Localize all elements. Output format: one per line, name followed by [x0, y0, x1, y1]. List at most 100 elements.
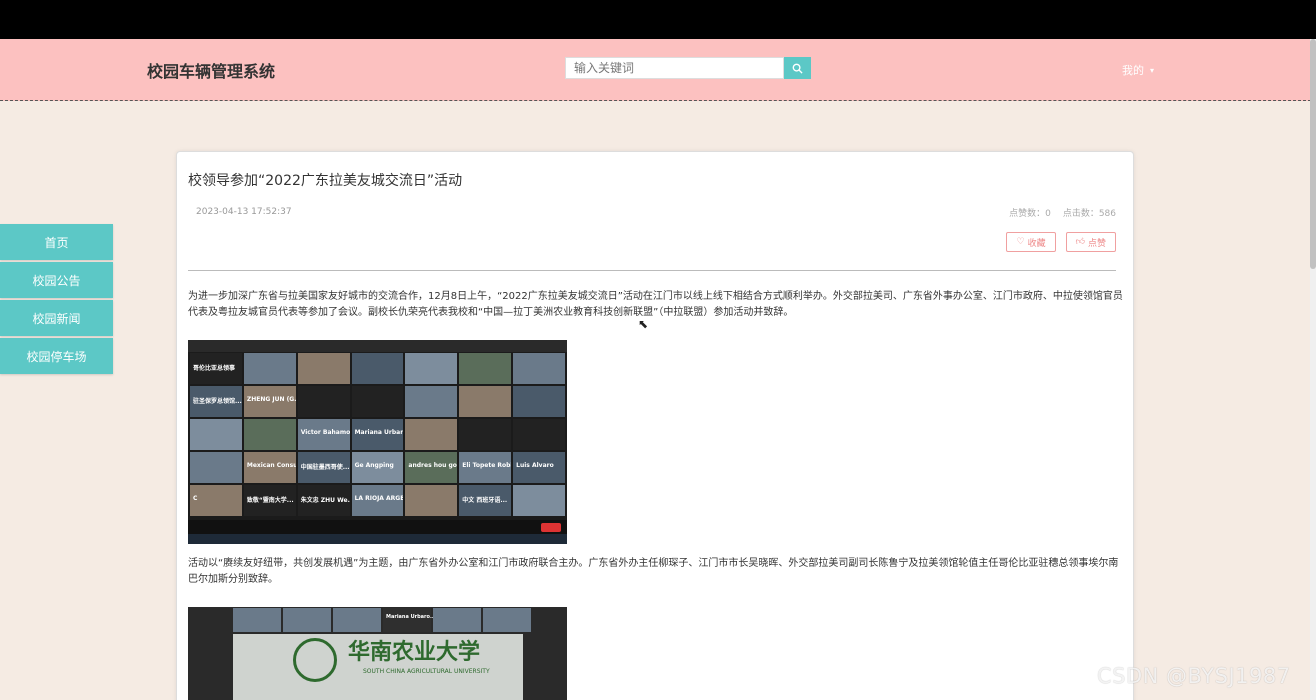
video-tile	[405, 485, 458, 516]
university-name-en: SOUTH CHINA AGRICULTURAL UNIVERSITY	[363, 668, 490, 675]
taskbar-image	[188, 534, 567, 544]
video-tile-name: Mariana Urbaro...	[354, 429, 404, 436]
video-tile: Eli Topete Robles	[459, 452, 512, 483]
video-tile	[233, 608, 281, 632]
header: 校园车辆管理系统 我的 ▾	[0, 39, 1316, 101]
sidebar: 首页 校园公告 校园新闻 校园停车场	[0, 224, 113, 376]
search-button[interactable]	[784, 57, 811, 79]
video-tile-name: 朱文忠 ZHU We...	[300, 497, 350, 504]
article-image-meeting-grid: 哥伦比亚总领事 驻圣保罗总领馆... ZHENG JUN (G... Victor B…	[188, 333, 567, 544]
video-tile-name: Mexican Consul...	[246, 462, 296, 469]
like-button[interactable]: 👍︎ 点赞	[1065, 232, 1116, 252]
thumbs-up-icon: 👍︎	[1075, 237, 1085, 247]
video-tile: Luis Alvaro	[513, 452, 565, 483]
sidebar-item-home[interactable]: 首页	[0, 224, 113, 260]
video-tile-name: 哥伦比亚总领事	[193, 365, 236, 372]
video-tile	[459, 419, 512, 450]
chevron-down-icon: ▾	[1150, 65, 1155, 75]
video-tile: 朱文忠 ZHU We...	[297, 485, 350, 516]
video-tile	[297, 386, 350, 417]
video-tile: Ge Angping	[351, 452, 404, 483]
like-count: 点赞数：0	[1009, 209, 1051, 219]
video-tile-name: LA RIOJA ARGE...	[354, 495, 404, 502]
video-tile	[405, 419, 458, 450]
page-scrollbar[interactable]	[1310, 39, 1316, 700]
scrollbar-thumb[interactable]	[1310, 39, 1316, 269]
site-brand[interactable]: 校园车辆管理系统	[147, 58, 275, 82]
video-strip: Mariana Urbaro...	[233, 608, 531, 632]
university-name-cn: 华南农业大学	[348, 639, 481, 665]
search-box	[565, 57, 811, 79]
video-tile: Mariana Urbaro...	[383, 608, 436, 632]
article-image-university: Mariana Urbaro... 华南农业大学 SOUTH CHINA AGR…	[188, 600, 567, 700]
video-tile	[405, 386, 458, 417]
video-tile	[243, 419, 296, 450]
video-tile	[190, 419, 242, 450]
video-tile-name: Eli Topete Robles	[462, 462, 511, 469]
divider	[188, 270, 1116, 271]
video-tile: Victor Bahamon...	[297, 419, 350, 450]
video-tile	[243, 353, 296, 384]
video-tile: 哥伦比亚总领事	[190, 353, 242, 384]
video-tile	[513, 485, 565, 516]
video-tile: LA RIOJA ARGE...	[351, 485, 404, 516]
video-tile: 中文 西班牙语...	[459, 485, 512, 516]
video-tile	[351, 386, 404, 417]
search-input[interactable]	[565, 57, 784, 79]
university-emblem	[293, 638, 337, 682]
video-tile	[513, 353, 565, 384]
video-tile-name: andres hou gobi...	[408, 462, 457, 469]
video-tile-name: ZHENG JUN (G...	[246, 396, 296, 403]
video-tile	[405, 353, 458, 384]
heart-icon: ♡	[1016, 237, 1025, 247]
article-stats: 点赞数：0 点击数：586	[1009, 206, 1116, 219]
video-tile	[513, 419, 565, 450]
click-count: 点击数：586	[1062, 209, 1116, 219]
video-tile	[433, 608, 481, 632]
video-tile: 驻圣保罗总领馆...	[190, 386, 242, 417]
search-icon	[792, 63, 803, 74]
video-tile: Mexican Consul...	[243, 452, 296, 483]
article-date: 2023-04-13 17:52:37	[196, 207, 292, 217]
video-tile-name: Mariana Urbaro...	[386, 614, 436, 620]
video-tile-name: 中国驻墨西哥使...	[300, 464, 350, 471]
article-actions: ♡ 收藏 👍︎ 点赞	[1006, 232, 1116, 252]
favorite-label: 收藏	[1027, 238, 1046, 249]
video-tile	[333, 608, 381, 632]
video-tile-name: 致敬“暨南大学...	[246, 497, 294, 504]
video-tile	[459, 386, 512, 417]
leave-button-image	[541, 523, 561, 532]
mouse-cursor-icon: ⬉	[638, 317, 649, 331]
like-label: 点赞	[1087, 238, 1106, 249]
user-menu[interactable]: 我的 ▾	[1122, 62, 1154, 78]
video-tile	[351, 353, 404, 384]
university-wall: 华南农业大学 SOUTH CHINA AGRICULTURAL UNIVERSI…	[233, 634, 523, 700]
article-paragraph-1: 为进一步加深广东省与拉美国家友好城市的交流合作，12月8日上午，“2022广东拉…	[188, 291, 1123, 318]
watermark: CSDN @BYSJ1987	[1097, 664, 1291, 688]
article-card: 校领导参加“2022广东拉美友城交流日”活动 2023-04-13 17:52:…	[176, 151, 1134, 700]
video-tile	[190, 452, 242, 483]
user-menu-label: 我的	[1122, 64, 1144, 77]
sidebar-item-announcements[interactable]: 校园公告	[0, 262, 113, 298]
video-tile: andres hou gobi...	[405, 452, 458, 483]
video-tile-name: Ge Angping	[354, 462, 394, 469]
video-tile-name: 驻圣保罗总领馆...	[193, 398, 242, 405]
article-title: 校领导参加“2022广东拉美友城交流日”活动	[188, 173, 463, 189]
sidebar-item-parking[interactable]: 校园停车场	[0, 338, 113, 374]
video-tile	[283, 608, 331, 632]
video-tile: 致敬“暨南大学...	[243, 485, 296, 516]
top-black-bar	[0, 0, 1316, 39]
video-tile-name: Victor Bahamon...	[300, 429, 350, 436]
video-tile	[459, 353, 512, 384]
video-tile	[483, 608, 531, 632]
meeting-toolbar	[188, 520, 567, 534]
video-tile: C	[190, 485, 242, 516]
sidebar-item-news[interactable]: 校园新闻	[0, 300, 113, 336]
favorite-button[interactable]: ♡ 收藏	[1006, 232, 1056, 252]
video-tile	[513, 386, 565, 417]
video-tile-name: 中文 西班牙语...	[462, 497, 508, 504]
article-paragraph-2: 活动以“赓续友好纽带，共创发展机遇”为主题，由广东省外办公室和江门市政府联合主办…	[188, 558, 1119, 585]
video-tile: 中国驻墨西哥使...	[297, 452, 350, 483]
video-tile: ZHENG JUN (G...	[243, 386, 296, 417]
video-tile-name: C	[193, 495, 198, 502]
